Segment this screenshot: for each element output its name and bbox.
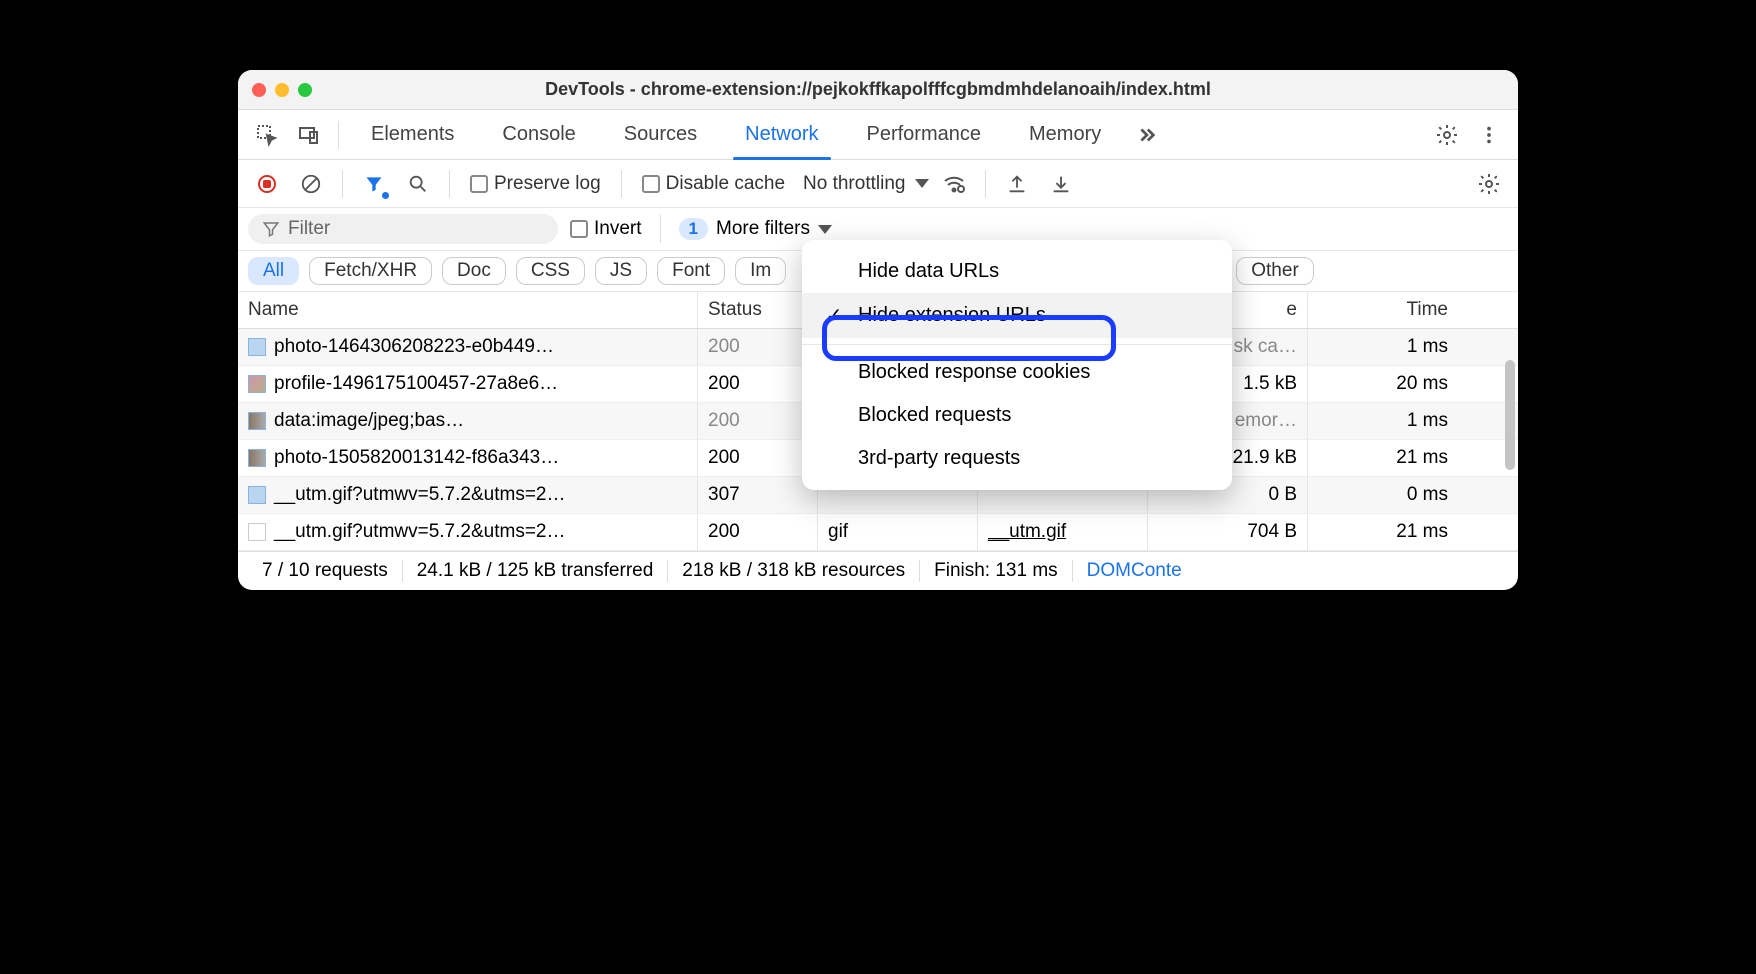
col-name[interactable]: Name: [238, 292, 698, 328]
status-requests: 7 / 10 requests: [248, 560, 403, 582]
titlebar: DevTools - chrome-extension://pejkokffka…: [238, 70, 1518, 110]
search-icon[interactable]: [399, 165, 437, 203]
cell-time: 1 ms: [1308, 329, 1458, 365]
tab-performance[interactable]: Performance: [845, 110, 1004, 159]
tab-elements[interactable]: Elements: [349, 110, 476, 159]
status-domcontent: DOMConte: [1073, 560, 1196, 582]
dropdown-item[interactable]: Hide data URLs: [802, 250, 1232, 293]
scrollbar-thumb[interactable]: [1505, 360, 1515, 470]
scrollbar[interactable]: [1505, 360, 1515, 590]
file-icon: [248, 375, 266, 393]
chip-other[interactable]: Other: [1236, 257, 1314, 285]
checkbox-icon: [642, 175, 660, 193]
cell-status: 200: [698, 440, 818, 476]
statusbar: 7 / 10 requests 24.1 kB / 125 kB transfe…: [238, 551, 1518, 590]
chip-font[interactable]: Font: [657, 257, 725, 285]
tab-console[interactable]: Console: [480, 110, 597, 159]
cell-name: photo-1464306208223-e0b449…: [238, 329, 698, 365]
more-filters-button[interactable]: 1 More filters: [679, 218, 832, 240]
minimize-window-button[interactable]: [275, 83, 289, 97]
cell-name: profile-1496175100457-27a8e6…: [238, 366, 698, 402]
settings-icon[interactable]: [1428, 116, 1466, 154]
network-conditions-icon[interactable]: [935, 165, 973, 203]
dropdown-item[interactable]: Blocked response cookies: [802, 351, 1232, 394]
devtools-window: DevTools - chrome-extension://pejkokffka…: [238, 70, 1518, 590]
network-settings-icon[interactable]: [1470, 165, 1508, 203]
cell-name: __utm.gif?utmwv=5.7.2&utms=2…: [238, 514, 698, 550]
chevron-down-icon: [915, 179, 929, 188]
cell-time: 20 ms: [1308, 366, 1458, 402]
throttling-select[interactable]: No throttling: [803, 173, 929, 195]
cell-type: gif: [818, 514, 978, 550]
chip-all[interactable]: All: [248, 257, 299, 285]
chip-img[interactable]: Im: [735, 257, 786, 285]
status-resources: 218 kB / 318 kB resources: [668, 560, 920, 582]
file-icon: [248, 523, 266, 541]
file-icon: [248, 338, 266, 356]
cell-time: 1 ms: [1308, 403, 1458, 439]
status-transferred: 24.1 kB / 125 kB transferred: [403, 560, 669, 582]
file-icon: [248, 486, 266, 504]
filter-count-badge: 1: [679, 218, 708, 240]
cell-status: 200: [698, 514, 818, 550]
funnel-icon: [262, 220, 280, 238]
cell-status: 200: [698, 366, 818, 402]
cell-status: 200: [698, 403, 818, 439]
maximize-window-button[interactable]: [298, 83, 312, 97]
network-toolbar: Preserve log Disable cache No throttling: [238, 160, 1518, 208]
cell-time: 21 ms: [1308, 514, 1458, 550]
table-row[interactable]: __utm.gif?utmwv=5.7.2&utms=2…200gif__utm…: [238, 514, 1518, 551]
download-har-icon[interactable]: [1042, 165, 1080, 203]
tab-network[interactable]: Network: [723, 110, 840, 159]
tab-sources[interactable]: Sources: [602, 110, 719, 159]
col-time[interactable]: Time: [1308, 292, 1458, 328]
cell-name: data:image/jpeg;bas…: [238, 403, 698, 439]
col-status[interactable]: Status: [698, 292, 818, 328]
cell-time: 0 ms: [1308, 477, 1458, 513]
cell-time: 21 ms: [1308, 440, 1458, 476]
chip-js[interactable]: JS: [595, 257, 647, 285]
separator: [802, 344, 1232, 345]
inspect-icon[interactable]: [248, 116, 286, 154]
upload-har-icon[interactable]: [998, 165, 1036, 203]
dropdown-item[interactable]: 3rd-party requests: [802, 437, 1232, 480]
tab-memory[interactable]: Memory: [1007, 110, 1123, 159]
check-icon: ✓: [824, 303, 844, 328]
cell-size: 704 B: [1148, 514, 1308, 550]
chip-css[interactable]: CSS: [516, 257, 585, 285]
cell-name: photo-1505820013142-f86a343…: [238, 440, 698, 476]
devtools-tabs: Elements Console Sources Network Perform…: [238, 110, 1518, 160]
chip-fetch-xhr[interactable]: Fetch/XHR: [309, 257, 432, 285]
invert-toggle[interactable]: Invert: [570, 218, 642, 240]
device-toolbar-icon[interactable]: [290, 116, 328, 154]
file-icon: [248, 449, 266, 467]
chevron-down-icon: [818, 225, 832, 234]
dropdown-item[interactable]: Blocked requests: [802, 394, 1232, 437]
clear-button[interactable]: [292, 165, 330, 203]
cell-name: __utm.gif?utmwv=5.7.2&utms=2…: [238, 477, 698, 513]
window-title: DevTools - chrome-extension://pejkokffka…: [238, 79, 1518, 100]
preserve-log-toggle[interactable]: Preserve log: [470, 173, 601, 195]
close-window-button[interactable]: [252, 83, 266, 97]
chip-doc[interactable]: Doc: [442, 257, 506, 285]
dropdown-item[interactable]: ✓Hide extension URLs: [802, 293, 1232, 338]
checkbox-icon: [470, 175, 488, 193]
divider: [338, 121, 339, 149]
status-finish: Finish: 131 ms: [920, 560, 1073, 582]
more-filters-dropdown: Hide data URLs✓Hide extension URLs Blocke…: [802, 240, 1232, 490]
cell-initiator: __utm.gif: [978, 514, 1148, 550]
window-controls: [252, 83, 312, 97]
filter-input[interactable]: Filter: [248, 214, 558, 244]
kebab-menu-icon[interactable]: [1470, 116, 1508, 154]
filter-toggle-icon[interactable]: [355, 165, 393, 203]
cell-status: 200: [698, 329, 818, 365]
cell-status: 307: [698, 477, 818, 513]
record-button[interactable]: [248, 165, 286, 203]
more-tabs-icon[interactable]: [1127, 116, 1165, 154]
file-icon: [248, 412, 266, 430]
checkbox-icon: [570, 220, 588, 238]
disable-cache-toggle[interactable]: Disable cache: [642, 173, 785, 195]
